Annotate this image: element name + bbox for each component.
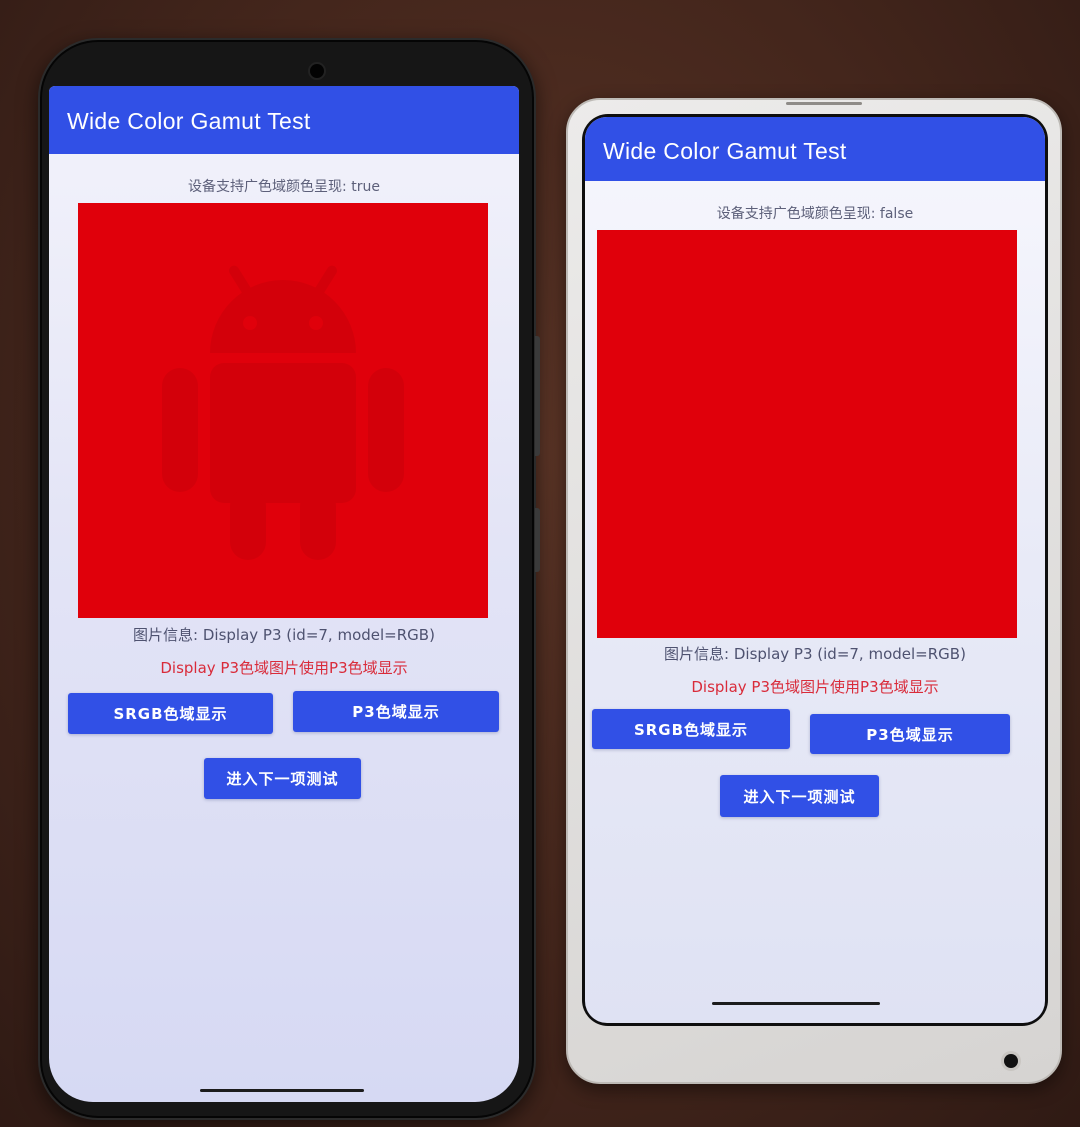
app-bar: Wide Color Gamut Test xyxy=(585,117,1045,181)
gesture-nav-bar[interactable] xyxy=(712,1002,880,1005)
right-screen: Wide Color Gamut Test 设备支持广色域颜色呈现: false… xyxy=(585,117,1045,1023)
image-info-text: 图片信息: Display P3 (id=7, model=RGB) xyxy=(133,626,435,644)
app-bar: Wide Color Gamut Test xyxy=(49,86,519,154)
left-screen: Wide Color Gamut Test 设备支持广色域颜色呈现: true xyxy=(49,86,519,1102)
image-info-text: 图片信息: Display P3 (id=7, model=RGB) xyxy=(664,645,966,663)
test-image xyxy=(78,203,488,618)
volume-button xyxy=(535,336,540,456)
android-robot-icon xyxy=(162,265,404,560)
next-test-button[interactable]: 进入下一项测试 xyxy=(720,775,879,817)
display-note-text: Display P3色域图片使用P3色域显示 xyxy=(691,678,939,696)
gesture-nav-bar[interactable] xyxy=(200,1089,364,1092)
app-title: Wide Color Gamut Test xyxy=(67,108,311,134)
p3-display-button[interactable]: P3色域显示 xyxy=(293,691,499,732)
srgb-display-button[interactable]: SRGB色域显示 xyxy=(592,709,790,749)
support-status-text: 设备支持广色域颜色呈现: false xyxy=(716,206,914,222)
power-button xyxy=(535,508,540,572)
front-camera xyxy=(310,64,324,78)
test-image xyxy=(597,230,1017,638)
right-phone: Wide Color Gamut Test 设备支持广色域颜色呈现: false… xyxy=(566,98,1062,1084)
support-status-text: 设备支持广色域颜色呈现: true xyxy=(188,179,380,195)
app-title: Wide Color Gamut Test xyxy=(603,138,847,164)
photo-scene: { "left_phone": { "app_bar": { "title": … xyxy=(0,0,1080,1127)
srgb-display-button[interactable]: SRGB色域显示 xyxy=(68,693,273,734)
earpiece xyxy=(786,102,862,105)
front-camera xyxy=(1004,1054,1018,1068)
next-test-button[interactable]: 进入下一项测试 xyxy=(204,758,361,799)
left-phone: Wide Color Gamut Test 设备支持广色域颜色呈现: true xyxy=(38,38,540,1120)
p3-display-button[interactable]: P3色域显示 xyxy=(810,714,1010,754)
display-note-text: Display P3色域图片使用P3色域显示 xyxy=(160,659,408,677)
